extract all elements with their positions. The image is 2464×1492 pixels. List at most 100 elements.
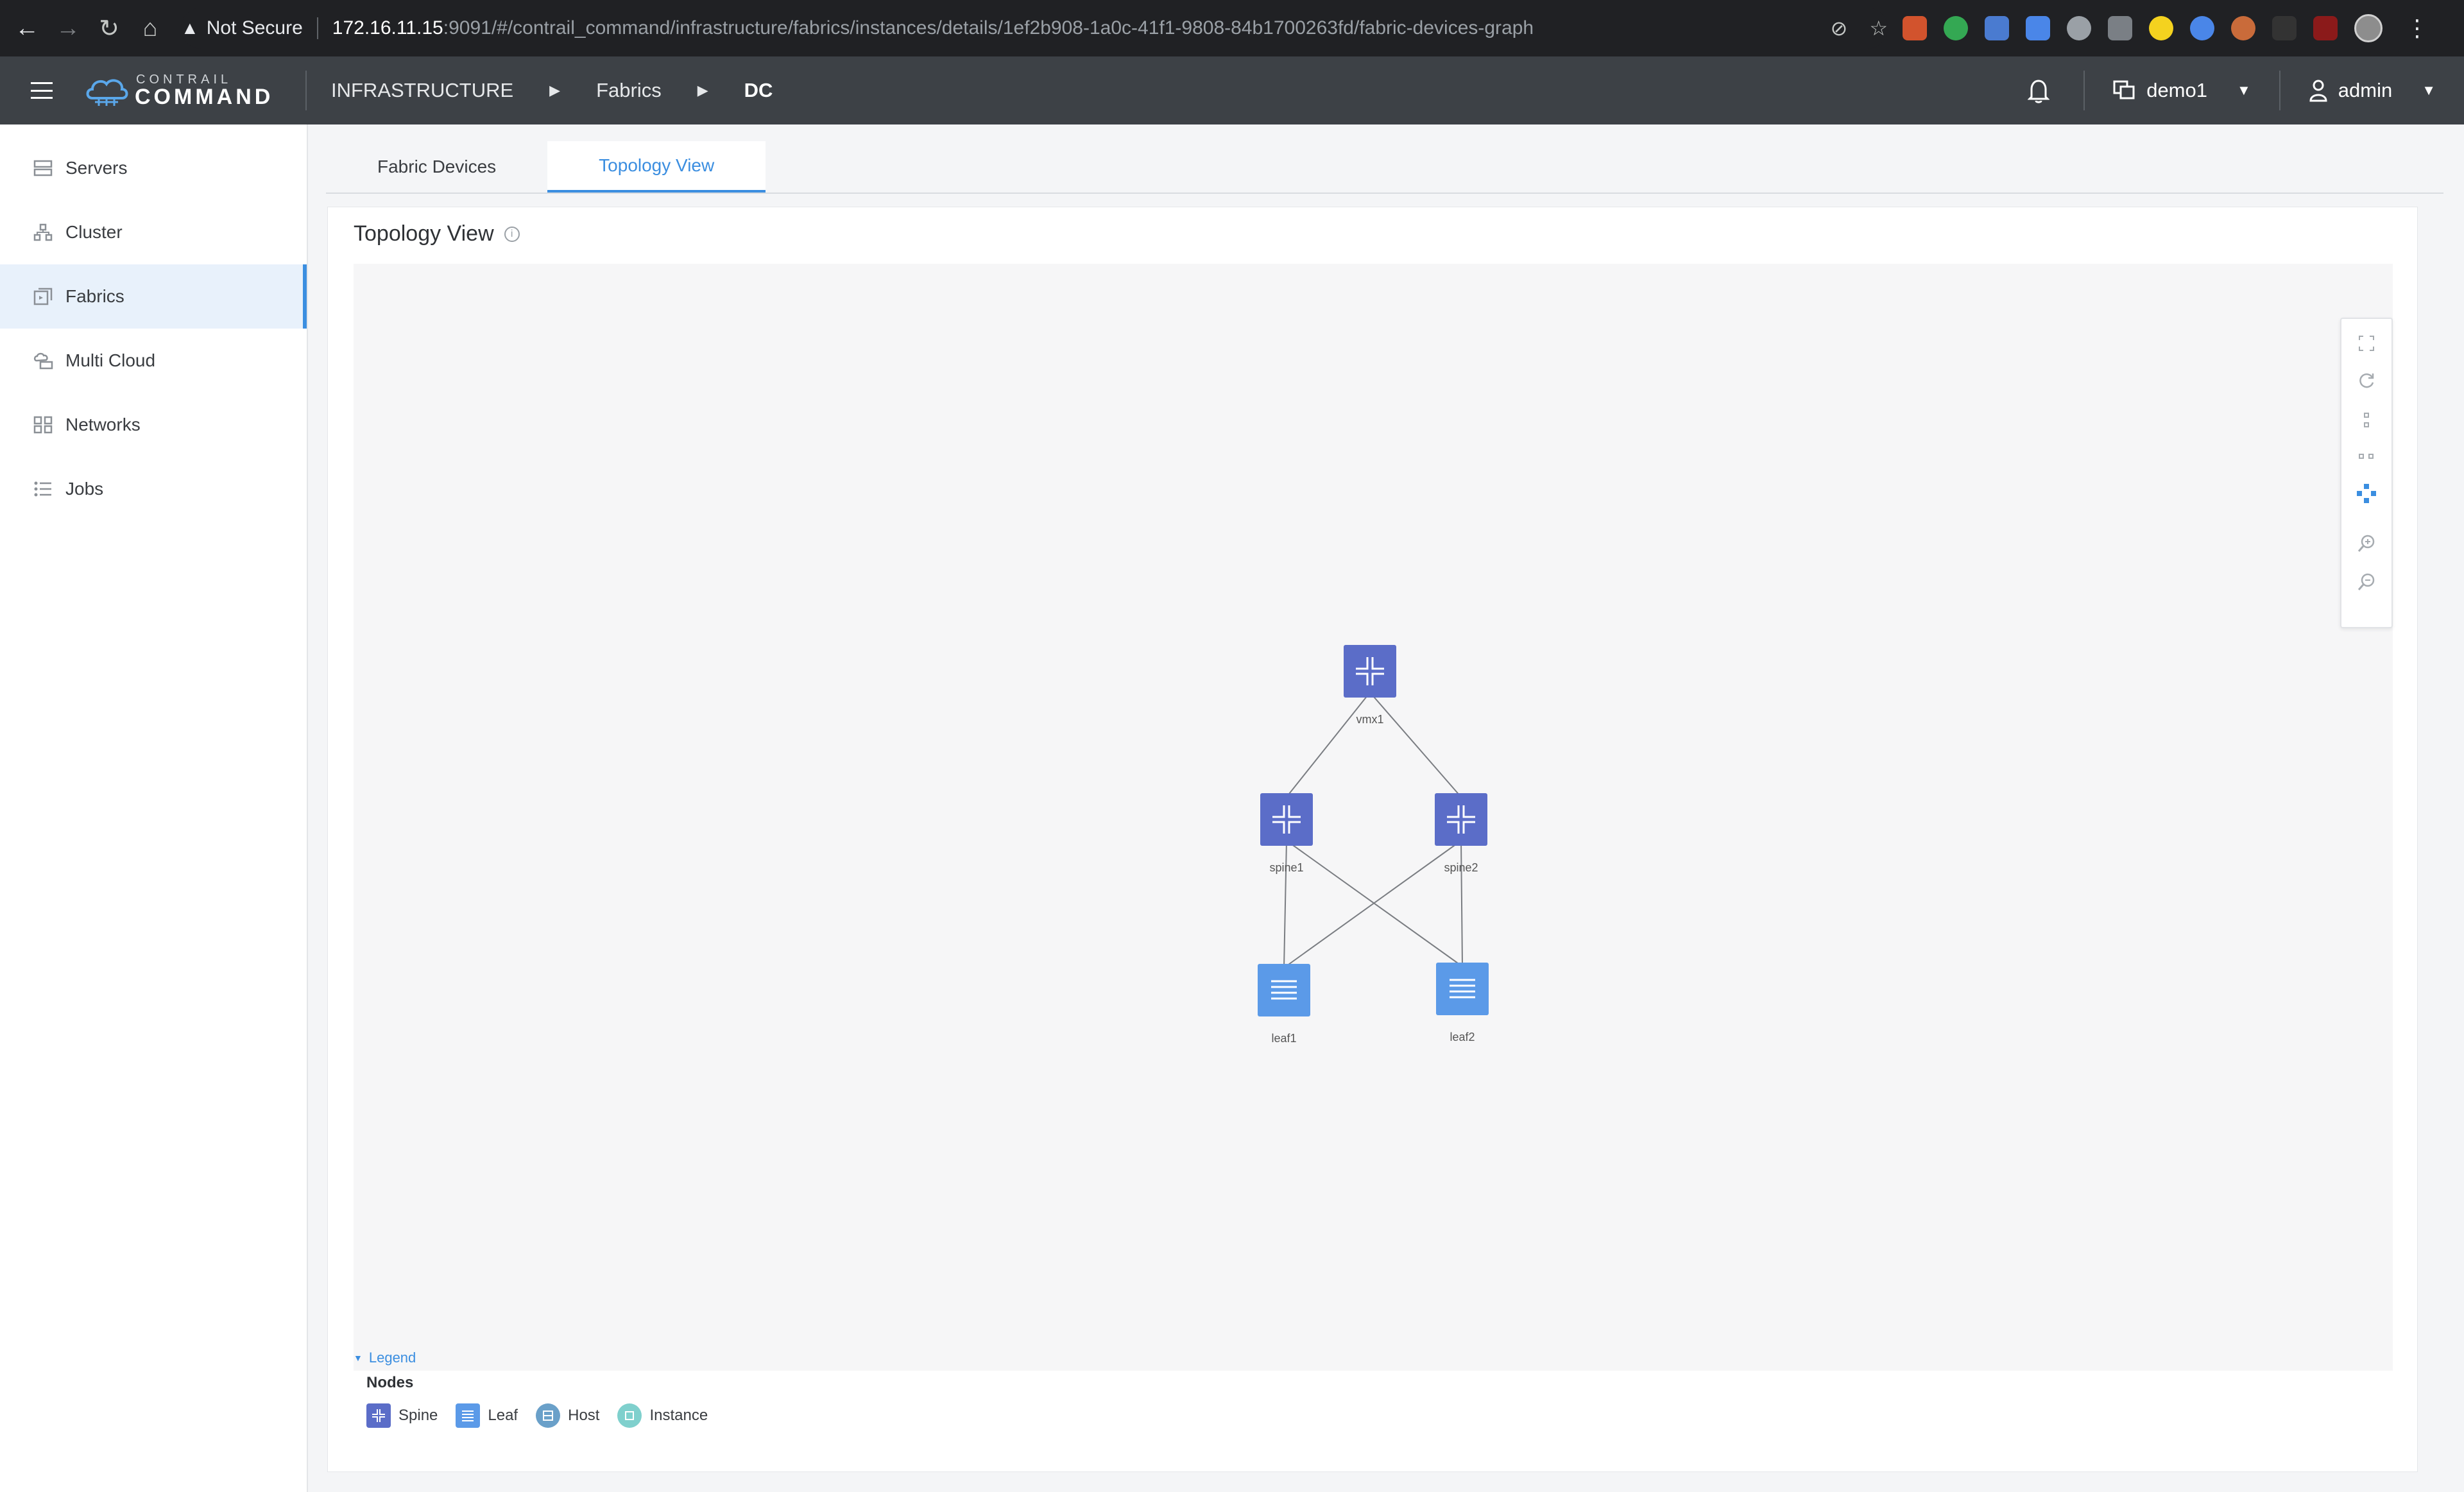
extension-cookie-icon[interactable]: [2231, 16, 2255, 40]
notification-bell-icon[interactable]: [2013, 78, 2064, 103]
tab-fabric-devices[interactable]: Fabric Devices: [326, 141, 547, 193]
extension-drive-icon[interactable]: [2108, 16, 2132, 40]
reload-icon[interactable]: ↻: [89, 8, 130, 49]
server-icon: [32, 159, 54, 178]
instance-icon: [617, 1403, 642, 1428]
legend-items: Spine Leaf Host Instance: [366, 1403, 708, 1428]
topology-node-spine2[interactable]: [1435, 793, 1487, 846]
extension-yellow-icon[interactable]: [2149, 16, 2173, 40]
spine-icon: [366, 1403, 391, 1428]
sidebar-item-networks[interactable]: Networks: [0, 393, 307, 457]
topology-node-leaf1[interactable]: [1258, 964, 1310, 1016]
extension-blue-circle-icon[interactable]: [2190, 16, 2214, 40]
breadcrumb-fabrics[interactable]: Fabrics: [596, 79, 662, 102]
sidebar-item-cluster[interactable]: Cluster: [0, 200, 307, 264]
profile-avatar[interactable]: [2354, 14, 2383, 42]
fabrics-icon: [32, 287, 54, 306]
contrail-command-logo[interactable]: CONTRAIL COMMAND: [83, 73, 305, 108]
host-icon: [536, 1403, 561, 1428]
zoom-out-icon[interactable]: [2341, 564, 2391, 600]
extension-translate-icon[interactable]: [2026, 16, 2050, 40]
topology-link[interactable]: [1283, 840, 1462, 968]
topology-node-leaf2[interactable]: [1436, 963, 1489, 1015]
sidebar-item-label: Servers: [65, 158, 128, 178]
fit-screen-icon[interactable]: [2341, 325, 2391, 361]
chevron-down-icon: ▼: [2237, 82, 2251, 98]
sidebar-item-label: Multi Cloud: [65, 350, 156, 370]
breadcrumb-infrastructure[interactable]: INFRASTRUCTURE: [331, 79, 513, 102]
extension-calendar-icon[interactable]: [1985, 16, 2009, 40]
extension-terminal-icon[interactable]: [2272, 16, 2297, 40]
tab-bar: Fabric Devices Topology View: [326, 141, 2443, 194]
topology-link[interactable]: [1460, 840, 1463, 967]
topology-canvas[interactable]: vmx1 spine1 spine2 leaf1 leaf2: [354, 264, 2393, 1371]
legend-section-title: Nodes: [366, 1374, 414, 1391]
project-selector[interactable]: demo1 ▼: [2085, 79, 2279, 102]
leaf-icon: [456, 1403, 481, 1428]
multicloud-icon: [32, 351, 54, 370]
topology-link[interactable]: [1283, 840, 1287, 968]
home-icon[interactable]: ⌂: [130, 8, 171, 49]
graph-toolbar: [2340, 318, 2393, 628]
breadcrumb-separator-icon: ▶: [697, 82, 708, 98]
sidebar-item-multi-cloud[interactable]: Multi Cloud: [0, 329, 307, 393]
user-menu[interactable]: admin ▼: [2280, 79, 2464, 102]
legend-label: Leaf: [488, 1407, 518, 1424]
omnibox-divider: [316, 17, 318, 39]
forward-arrow-icon[interactable]: →: [47, 8, 89, 49]
sidebar-item-label: Jobs: [65, 479, 104, 499]
topology-card: Topology View i vmx1 spine1 spine2 leaf1 lea…: [327, 207, 2418, 1472]
cloud-logo-icon: [86, 79, 128, 106]
legend-item-spine: Spine: [366, 1403, 438, 1428]
sidebar-item-jobs[interactable]: Jobs: [0, 457, 307, 521]
topology-node-vmx1[interactable]: [1344, 645, 1396, 698]
breadcrumb-separator-icon: ▶: [549, 82, 561, 98]
topology-node-spine1[interactable]: [1260, 793, 1313, 846]
warning-triangle-icon: ▲: [181, 18, 199, 38]
legend-item-instance: Instance: [617, 1403, 708, 1428]
vertical-layout-icon[interactable]: [2341, 402, 2391, 438]
header-actions: demo1 ▼ admin ▼: [2013, 56, 2464, 124]
legend-item-leaf: Leaf: [456, 1403, 518, 1428]
sidebar-item-label: Networks: [65, 415, 141, 434]
app-header: CONTRAIL COMMAND INFRASTRUCTURE ▶ Fabric…: [0, 56, 2464, 124]
node-label: leaf1: [1271, 1032, 1297, 1045]
user-icon: [2309, 80, 2327, 102]
extension-green-icon[interactable]: [1944, 16, 1968, 40]
info-icon[interactable]: i: [504, 226, 520, 242]
force-layout-icon[interactable]: [2341, 476, 2391, 511]
back-arrow-icon[interactable]: ←: [6, 8, 47, 49]
jobs-icon: [32, 479, 54, 499]
bookmark-star-icon[interactable]: ☆: [1869, 16, 1888, 40]
tab-topology-view[interactable]: Topology View: [547, 141, 766, 193]
blocked-popup-icon[interactable]: ⊘: [1831, 16, 1848, 40]
legend-item-host: Host: [536, 1403, 599, 1428]
url-path: :9091/#/contrail_command/infrastructure/…: [443, 17, 1534, 39]
project-icon: [2113, 80, 2135, 99]
topology-link[interactable]: [1286, 692, 1371, 798]
logo-small-text: CONTRAIL: [136, 73, 232, 87]
chevron-down-icon: ▼: [2422, 82, 2436, 98]
zoom-in-icon[interactable]: [2341, 526, 2391, 562]
page-title: Topology View: [354, 221, 494, 246]
extension-gear-icon[interactable]: [2067, 16, 2091, 40]
node-label: leaf2: [1450, 1031, 1475, 1043]
extensions-strip: ⋮: [1903, 12, 2429, 45]
node-label: vmx1: [1356, 713, 1384, 726]
caret-down-icon: ▼: [354, 1353, 363, 1363]
sidebar-item-fabrics[interactable]: Fabrics: [0, 264, 307, 329]
hamburger-menu-icon[interactable]: [0, 82, 83, 99]
extension-red-icon[interactable]: [2313, 16, 2338, 40]
header-divider: [305, 71, 307, 110]
browser-toolbar: ← → ↻ ⌂ ▲ Not Secure 172.16.11.15:9091/#…: [0, 0, 2464, 56]
extension-office-icon[interactable]: [1903, 16, 1927, 40]
cluster-icon: [32, 223, 54, 242]
node-label: spine2: [1444, 861, 1478, 874]
browser-menu-icon[interactable]: ⋮: [2406, 15, 2429, 42]
topology-link[interactable]: [1369, 692, 1462, 798]
sidebar-item-servers[interactable]: Servers: [0, 136, 307, 200]
horizontal-layout-icon[interactable]: [2341, 438, 2391, 474]
refresh-icon[interactable]: [2341, 363, 2391, 399]
address-bar[interactable]: ▲ Not Secure 172.16.11.15:9091/#/contrai…: [181, 8, 1888, 49]
legend-toggle[interactable]: ▼ Legend: [354, 1350, 416, 1366]
